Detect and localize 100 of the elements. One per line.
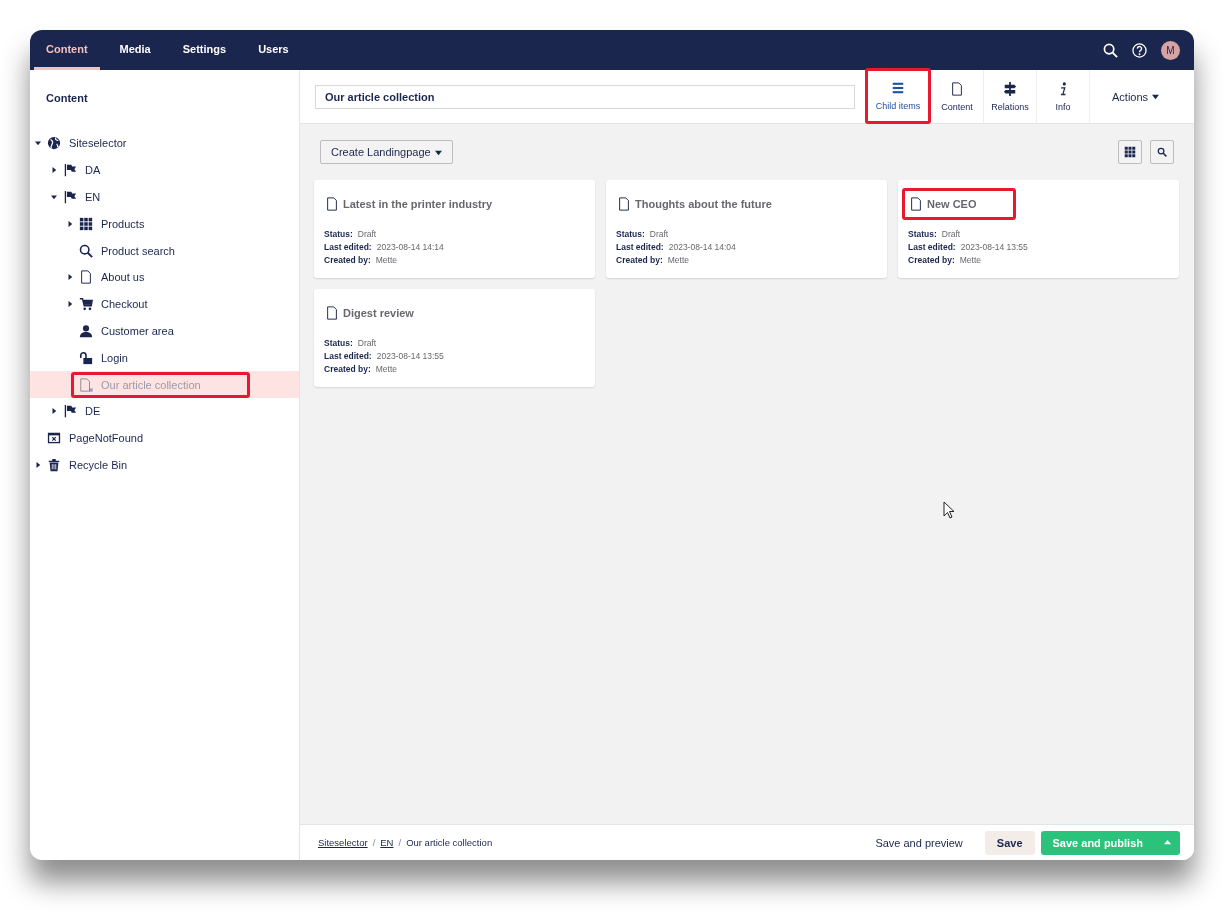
page-icon [79,377,93,392]
tree-item-label: DE [85,405,101,418]
field-value: Mette [959,255,982,265]
caret-right-icon[interactable] [67,220,73,227]
search-icon [79,243,93,258]
field-label: Last edited: [908,242,956,252]
tree-item[interactable]: Checkout [30,290,299,318]
field-value: 2023-08-14 13:55 [960,242,1028,252]
card-title: Latest in the printer industry [343,198,493,210]
caret-down-icon[interactable] [35,140,41,147]
tree-item[interactable]: Products [30,210,299,238]
tree-item-label: Customer area [101,324,174,337]
caret-right-icon[interactable] [35,461,41,468]
tree-item-label: Products [101,217,145,230]
tree-item[interactable]: Login [30,344,299,372]
grid-icon [79,216,93,231]
app-tab[interactable]: Content [931,70,984,123]
breadcrumb-link[interactable]: EN [380,837,394,848]
help-icon[interactable] [1132,42,1147,58]
field-label: Last edited: [616,242,664,252]
card-title: Thoughts about the future [635,198,772,210]
field-value: Draft [649,229,669,239]
page-icon [325,306,339,320]
tree-item-label: Checkout [101,298,148,311]
caret-up-icon [1164,839,1171,846]
page-icon [325,197,339,211]
caret-right-icon[interactable] [51,167,57,174]
tree-item[interactable]: DE [30,397,299,425]
flag-icon [63,163,77,178]
globe-icon [47,136,61,151]
save-preview-button[interactable]: Save and preview [863,830,975,855]
signpost-icon [1003,81,1017,96]
save-button[interactable]: Save [984,830,1035,855]
cursor-icon [943,501,955,519]
field-value: Draft [941,229,961,239]
tree-item[interactable]: EN [30,183,299,211]
content-card[interactable]: Latest in the printer industry Status: Draft Last edited: 2023-08-14 14:14 Created by: Mette [314,180,595,278]
breadcrumb-link[interactable]: Siteselector [318,837,368,848]
caret-right-icon[interactable] [67,301,73,308]
sidebar-title: Content [45,91,89,106]
field-label: Status: [324,338,353,348]
search-button[interactable] [1150,140,1174,164]
field-label: Status: [908,229,937,239]
field-label: Created by: [324,364,371,374]
content-card[interactable]: New CEO Status: Draft Last edited: 2023-08-14 13:55 Created by: Mette [898,180,1179,278]
user-icon [79,323,93,338]
tree-item-label: PageNotFound [69,432,143,445]
caret-right-icon[interactable] [51,408,57,415]
field-label: Created by: [324,255,371,265]
browser-error-icon [47,431,61,446]
nav-tab[interactable]: Settings [170,30,239,70]
nav-tab[interactable]: Users [246,30,301,70]
nav-tab[interactable]: Media [107,30,163,70]
content-card[interactable]: Digest review Status: Draft Last edited: 2023-08-14 13:55 Created by: Mette [314,289,595,387]
caret-right-icon[interactable] [67,274,73,281]
field-label: Status: [616,229,645,239]
tree-item-label: EN [85,191,101,203]
grid-icon [1124,146,1136,158]
content-card[interactable]: Thoughts about the future Status: Draft Last edited: 2023-08-14 14:04 Created by: Mette [606,180,887,278]
tree-item[interactable]: Siteselector [30,130,299,157]
tree-item[interactable]: About us [30,264,299,291]
search-icon[interactable] [1103,42,1118,58]
tree-item-label: Product search [101,244,175,257]
tree-item-label: About us [101,271,145,284]
tree-item[interactable]: DA [30,156,299,184]
card-title: New CEO [927,198,977,210]
tree-item[interactable]: Product search [30,237,299,264]
caret-down-icon[interactable] [51,194,57,200]
actions-dropdown[interactable]: Actions [1090,70,1182,123]
app-tab[interactable]: Relations [984,70,1037,123]
field-value: Draft [357,229,377,239]
field-value: 2023-08-14 14:14 [376,242,444,252]
user-avatar[interactable]: M [1161,40,1180,60]
page-icon [617,197,631,211]
tree-item[interactable]: Customer area [30,317,299,345]
grid-view-button[interactable] [1118,140,1142,164]
page-icon [909,197,923,211]
field-label: Created by: [616,255,663,265]
page-icon [950,81,964,96]
flag-icon [63,404,77,419]
create-button[interactable]: Create Landingpage [320,140,453,164]
caret-down-icon [1152,93,1160,100]
cart-icon [79,297,93,312]
breadcrumb-separator: / [372,837,376,848]
flag-icon [63,190,77,204]
search-icon [1157,147,1167,157]
trash-icon [47,457,61,472]
tree-item[interactable]: Recycle Bin [30,451,299,479]
tree-item-label: Our article collection [101,378,201,391]
tree-item-label: DA [85,164,101,177]
nav-tab[interactable]: Content [34,30,100,70]
field-label: Last edited: [324,242,372,252]
tree-item[interactable]: PageNotFound [30,424,299,452]
field-label: Status: [324,229,353,239]
breadcrumb-current: Our article collection [406,837,493,848]
app-tab[interactable]: Info [1037,70,1090,123]
app-tab[interactable]: Child items [865,68,931,124]
name-field[interactable]: Our article collection [315,84,855,109]
tree-item-label: Siteselector [69,137,127,150]
unlock-icon [79,350,93,365]
